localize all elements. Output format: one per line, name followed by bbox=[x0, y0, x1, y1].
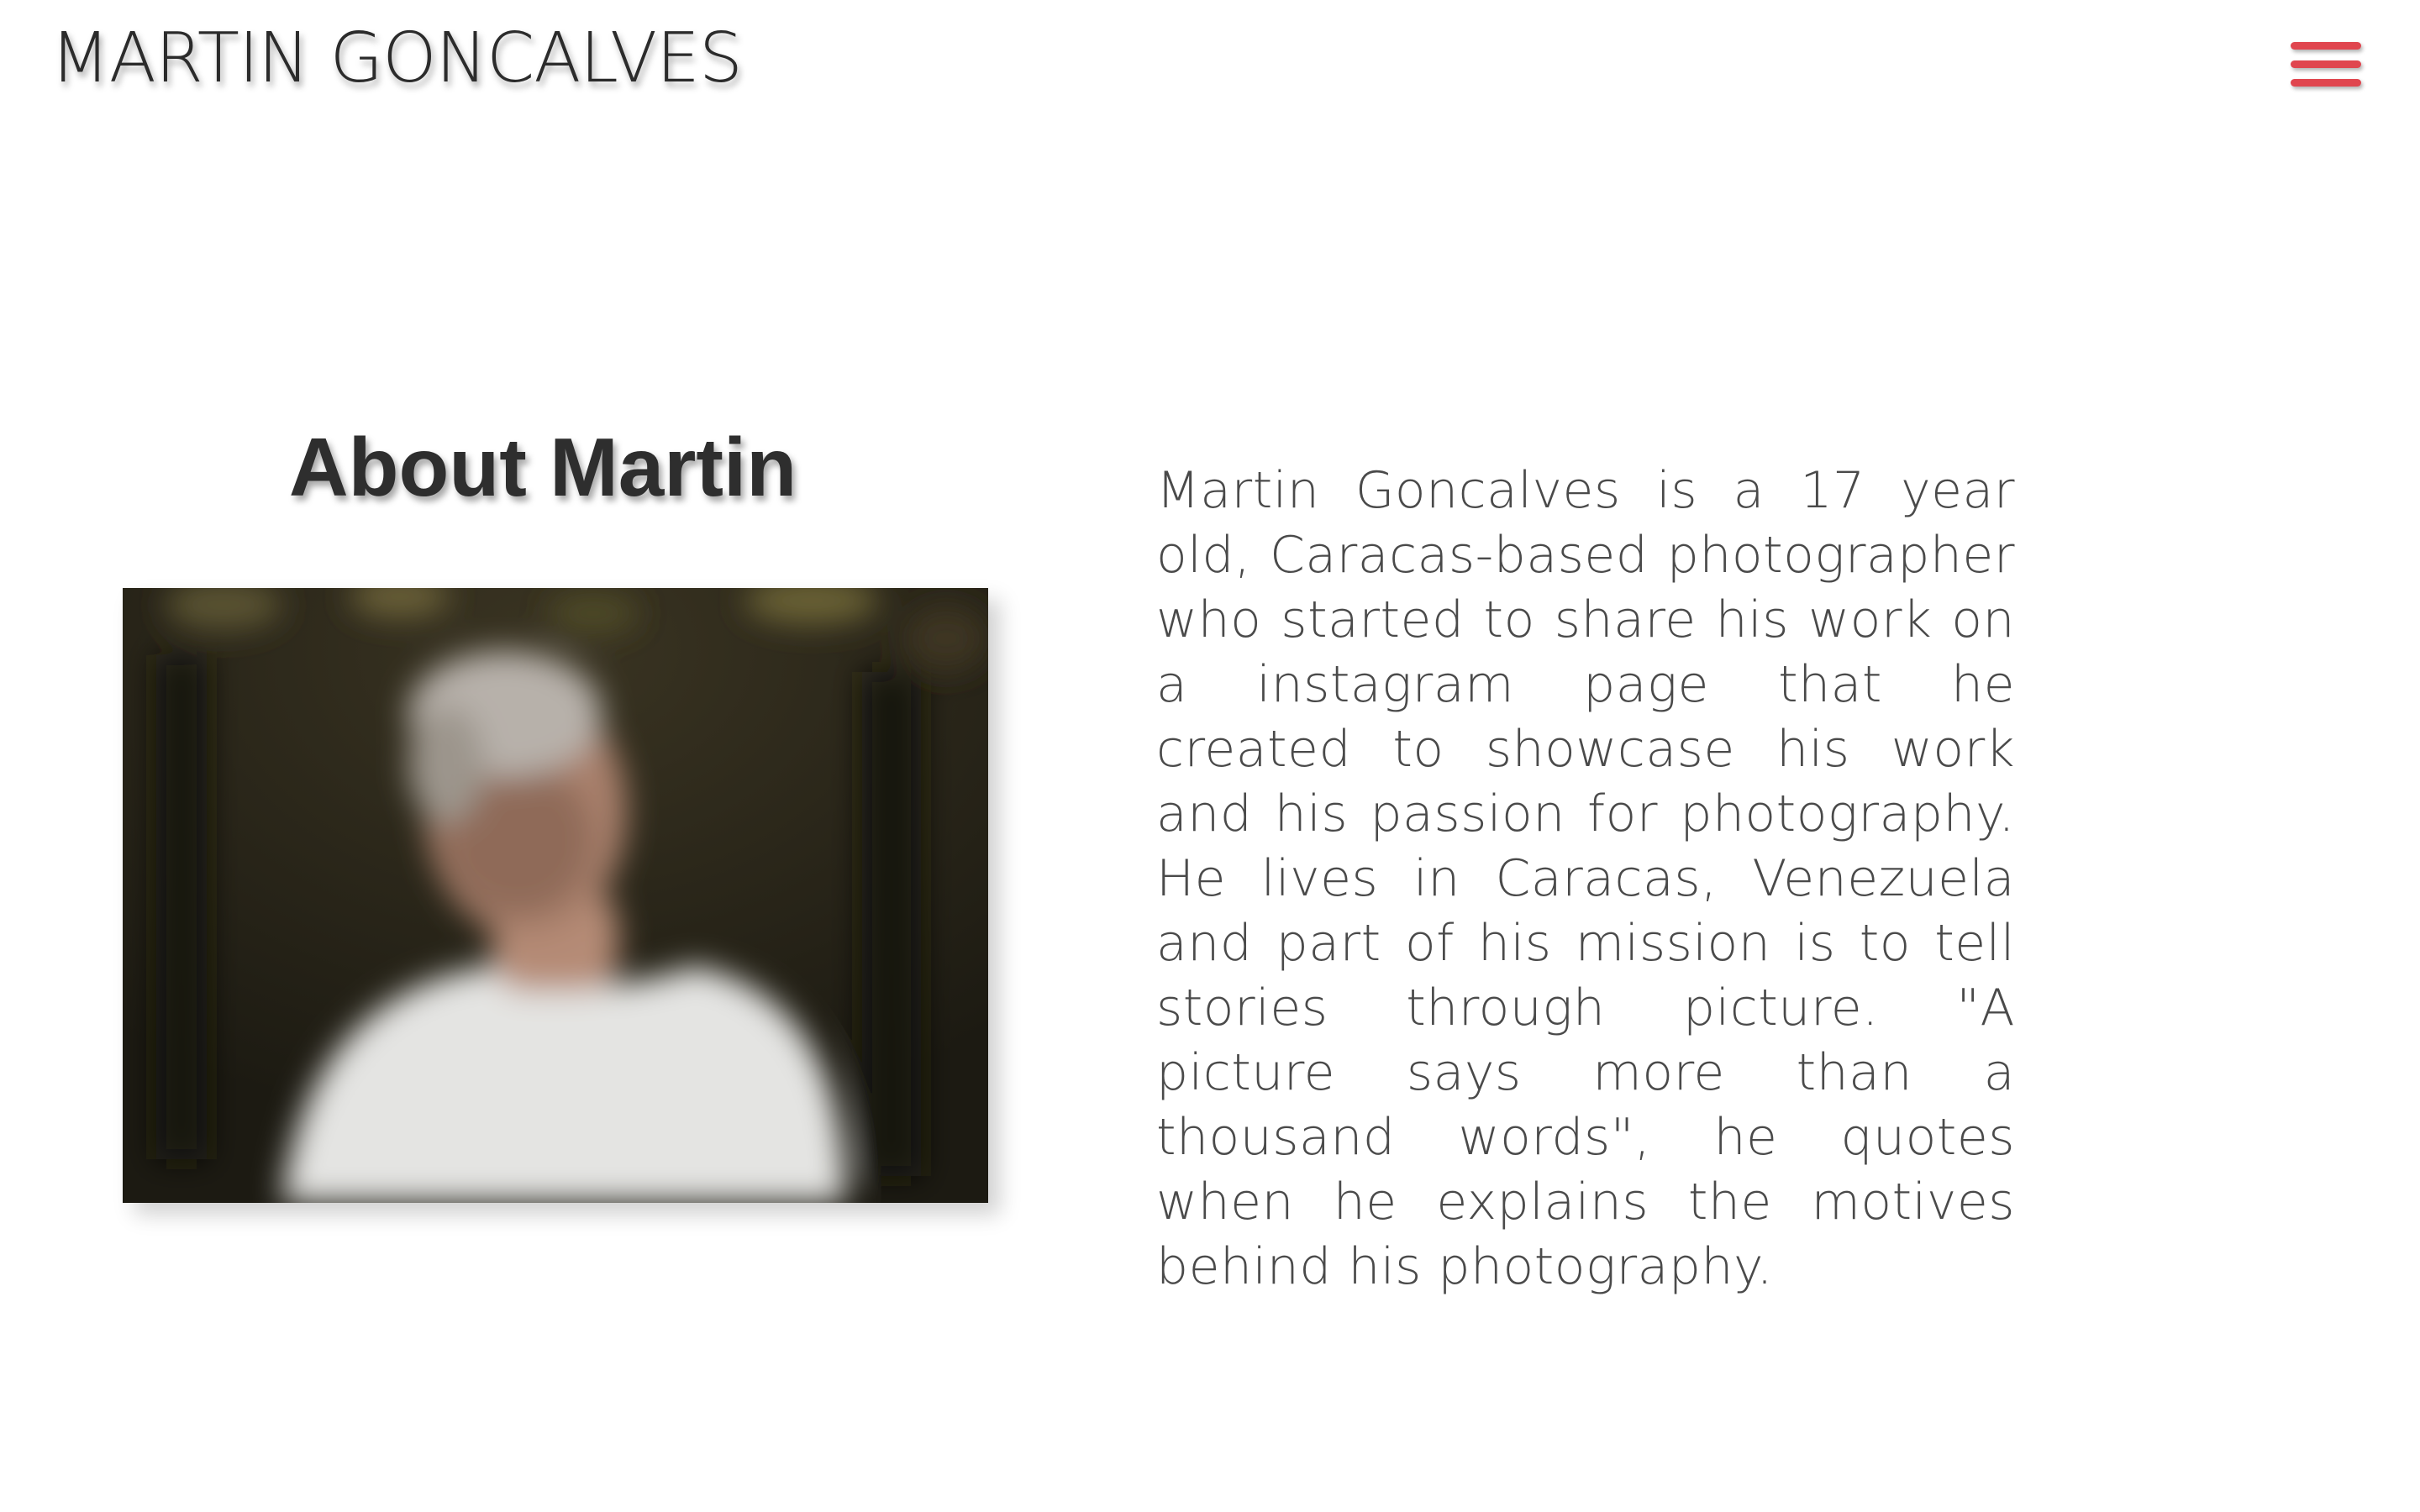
portrait-image bbox=[123, 588, 988, 1203]
menu-button[interactable] bbox=[2291, 37, 2361, 91]
about-bio: Martin Goncalves is a 17 year old, Carac… bbox=[1156, 461, 2015, 1296]
site-header: MARTIN GONCALVES bbox=[0, 0, 2420, 134]
menu-bar bbox=[2291, 60, 2361, 68]
portrait-photo bbox=[123, 588, 988, 1203]
site-title[interactable]: MARTIN GONCALVES bbox=[50, 18, 743, 98]
menu-bar bbox=[2291, 42, 2361, 50]
about-heading: About Martin bbox=[288, 421, 797, 513]
menu-bar bbox=[2291, 79, 2361, 87]
